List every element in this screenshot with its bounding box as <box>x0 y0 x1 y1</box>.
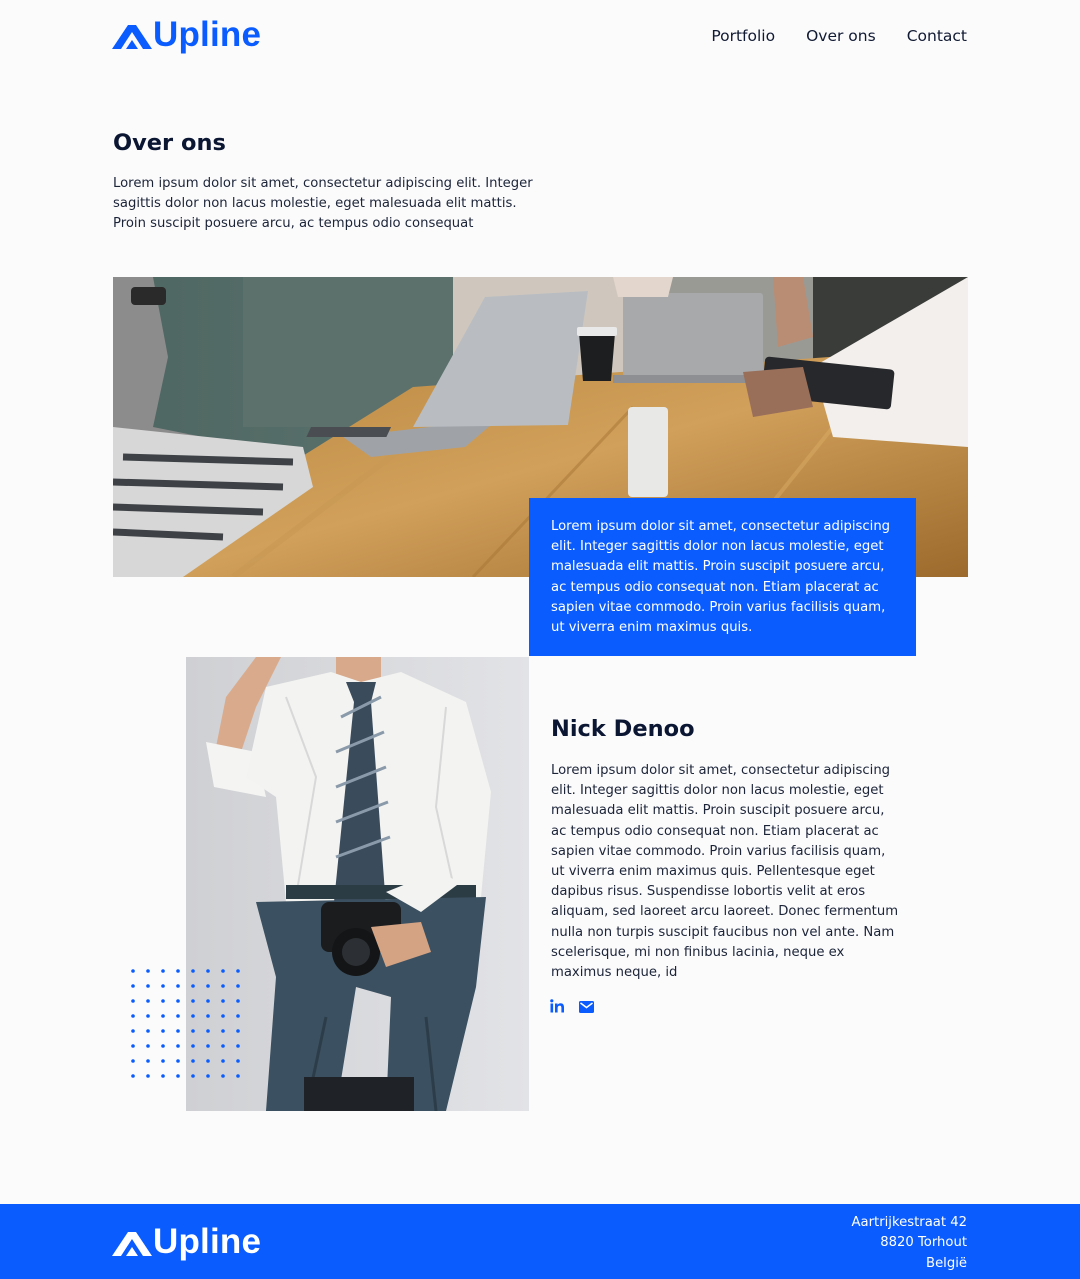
mail-icon[interactable] <box>579 998 594 1017</box>
page-title: Over ons <box>113 130 226 156</box>
highlight-card-text: Lorem ipsum dolor sit amet, consectetur … <box>551 519 891 636</box>
nav-item-over-ons[interactable]: Over ons <box>806 27 876 45</box>
logo-wordmark: Upline <box>153 1222 262 1261</box>
upline-logo-icon <box>112 1231 152 1256</box>
person-bio: Lorem ipsum dolor sit amet, consectetur … <box>551 763 899 981</box>
decorative-dot-grid <box>131 969 240 1078</box>
highlight-card: Lorem ipsum dolor sit amet, consectetur … <box>529 498 916 656</box>
header-logo[interactable]: Upline <box>112 17 261 52</box>
logo-wordmark: Upline <box>153 15 262 54</box>
main-nav: Portfolio Over ons Contact <box>711 27 967 45</box>
social-links <box>550 998 594 1017</box>
site-footer: Upline Aartrijkestraat 42 8820 Torhout B… <box>0 1204 1080 1279</box>
linkedin-icon[interactable] <box>550 998 565 1017</box>
address-street: Aartrijkestraat 42 <box>851 1215 968 1230</box>
person-name: Nick Denoo <box>551 716 695 742</box>
footer-logo[interactable]: Upline <box>112 1224 261 1259</box>
address-city: 8820 Torhout <box>880 1235 967 1251</box>
nav-item-portfolio[interactable]: Portfolio <box>711 27 775 45</box>
footer-address: Aartrijkestraat 42 8820 Torhout België <box>852 1213 968 1274</box>
intro-paragraph: Lorem ipsum dolor sit amet, consectetur … <box>113 176 533 232</box>
address-country: België <box>926 1255 967 1271</box>
upline-logo-icon <box>112 24 152 49</box>
site-header: Upline Portfolio Over ons Contact <box>0 0 1080 80</box>
nav-item-contact[interactable]: Contact <box>907 27 967 45</box>
